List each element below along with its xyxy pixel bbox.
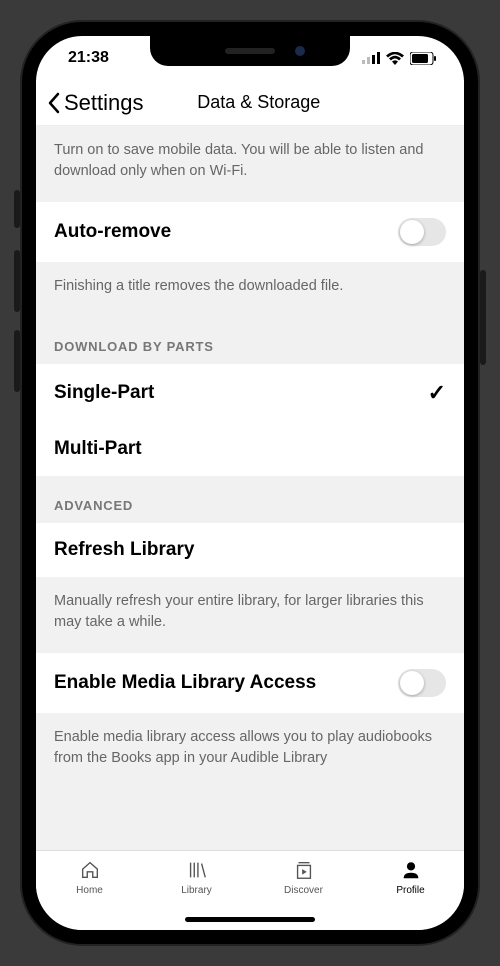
back-button[interactable]: Settings (46, 90, 144, 116)
refresh-library-row[interactable]: Refresh Library (36, 523, 464, 577)
chevron-left-icon (46, 92, 62, 114)
phone-frame: 21:38 Settings Data & Storage Turn (22, 22, 478, 944)
advanced-header: ADVANCED (36, 476, 464, 523)
wifi-only-description: Turn on to save mobile data. You will be… (36, 126, 464, 202)
checkmark-icon: ✓ (428, 380, 446, 406)
wifi-icon (386, 52, 404, 65)
refresh-library-label: Refresh Library (54, 539, 194, 561)
nav-bar: Settings Data & Storage (36, 80, 464, 126)
mute-switch (14, 190, 20, 228)
cellular-signal-icon (362, 52, 380, 64)
discover-icon (293, 859, 315, 881)
volume-down-button (14, 330, 20, 392)
tab-profile[interactable]: Profile (357, 859, 464, 930)
media-library-row[interactable]: Enable Media Library Access (36, 653, 464, 713)
tab-profile-label: Profile (396, 885, 424, 896)
back-label: Settings (64, 90, 144, 116)
tab-home[interactable]: Home (36, 859, 143, 930)
media-library-toggle[interactable] (398, 669, 446, 697)
single-part-label: Single-Part (54, 382, 154, 404)
content[interactable]: Turn on to save mobile data. You will be… (36, 126, 464, 850)
auto-remove-description: Finishing a title removes the downloaded… (36, 262, 464, 317)
power-button (480, 270, 486, 365)
media-library-description: Enable media library access allows you t… (36, 713, 464, 789)
tab-library-label: Library (181, 885, 212, 896)
profile-icon (400, 859, 422, 881)
volume-up-button (14, 250, 20, 312)
screen: 21:38 Settings Data & Storage Turn (36, 36, 464, 930)
status-time: 21:38 (68, 49, 109, 67)
notch (150, 36, 350, 66)
multi-part-row[interactable]: Multi-Part (36, 422, 464, 476)
page-title: Data & Storage (144, 92, 375, 113)
battery-icon (410, 52, 436, 65)
refresh-library-description: Manually refresh your entire library, fo… (36, 577, 464, 653)
home-indicator[interactable] (185, 917, 315, 922)
auto-remove-row[interactable]: Auto-remove (36, 202, 464, 262)
download-by-parts-header: DOWNLOAD BY PARTS (36, 317, 464, 364)
auto-remove-toggle[interactable] (398, 218, 446, 246)
library-icon (186, 859, 208, 881)
media-library-label: Enable Media Library Access (54, 672, 316, 694)
multi-part-label: Multi-Part (54, 438, 142, 460)
tab-discover-label: Discover (284, 885, 323, 896)
auto-remove-label: Auto-remove (54, 221, 171, 243)
tab-home-label: Home (76, 885, 103, 896)
home-icon (79, 859, 101, 881)
single-part-row[interactable]: Single-Part ✓ (36, 364, 464, 422)
